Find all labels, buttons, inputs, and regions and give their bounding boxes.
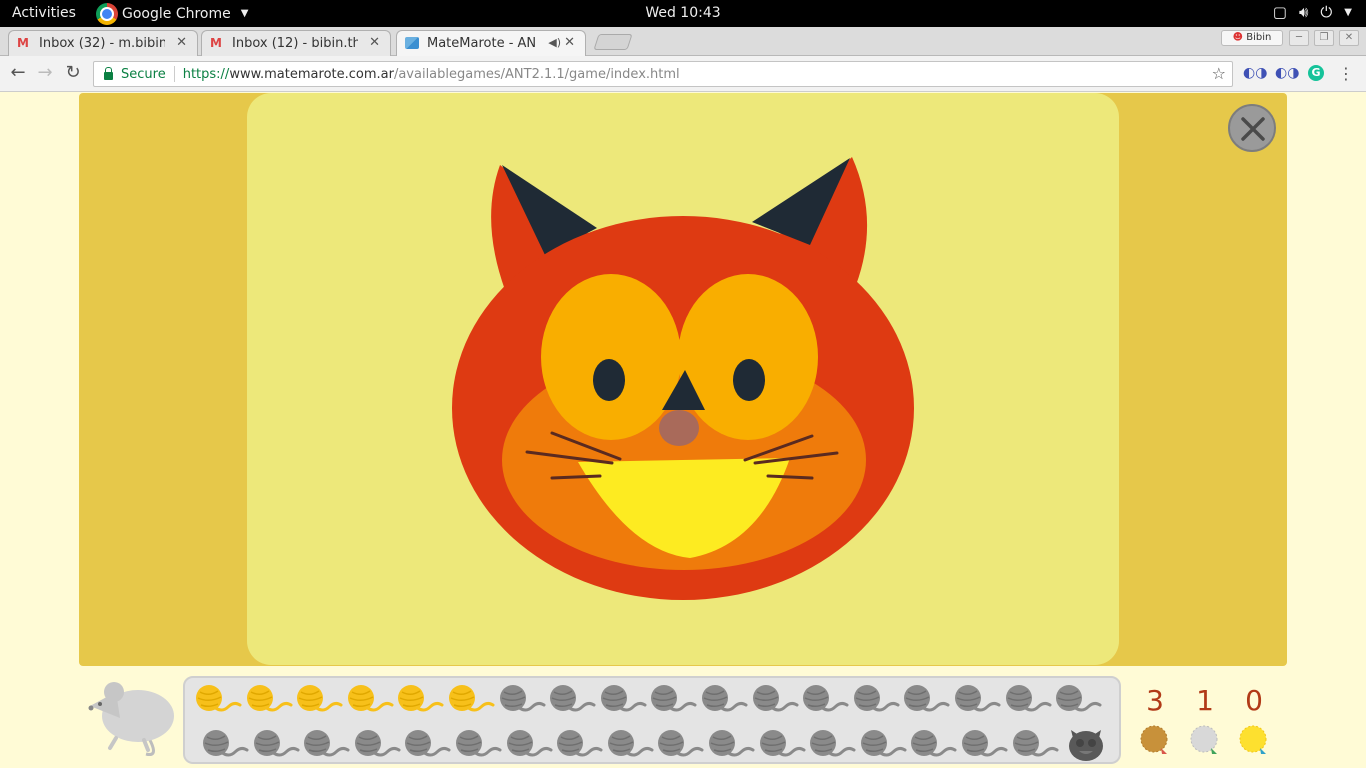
yarn-ball-empty [962,730,1008,757]
cat-face-image[interactable] [448,150,918,605]
yarn-ball-empty [304,730,350,757]
window-icon[interactable]: ▢ [1273,3,1287,23]
tab-strip: M Inbox (32) - m.bibin ✕ M Inbox (12) - … [0,27,1366,56]
tab-gmail-1[interactable]: M Inbox (32) - m.bibin ✕ [8,30,198,56]
profile-button[interactable]: ☻ Bibin [1221,30,1283,46]
close-icon [1241,117,1265,141]
yarn-ball-empty [607,730,654,757]
yarn-ball-empty [955,685,1001,712]
system-top-bar: Activities Google Chrome ▼ Wed 10:43 ▢ 🔊… [0,0,1366,27]
yarn-ball-empty [810,730,856,757]
tab-label: Inbox (12) - bibin.th [232,36,358,51]
yarn-ball-empty [709,730,755,757]
url-path: /availablegames/ANT2.1.1/game/index.html [393,66,680,82]
forward-arrow-icon[interactable]: → [34,63,56,83]
silver-score: 1 [1196,684,1214,717]
yarn-ball-empty [499,685,546,712]
speaker-icon[interactable]: ◀) [548,36,561,49]
gold-medal-icon [1239,725,1267,754]
yarn-ball-filled [449,685,495,712]
mask-extension-icon[interactable]: ◐◑ [1275,65,1299,81]
mouse-icon [88,682,174,757]
yarn-ball-empty [853,685,900,712]
yarn-ball-empty [550,685,596,712]
browser-toolbar: ← → ↻ Secure https:// www.matemarote.com… [0,56,1366,92]
power-icon[interactable]: ⏻ [1320,3,1332,23]
secure-label[interactable]: Secure [121,67,166,82]
yarn-ball-empty [557,730,603,757]
yarn-ball-empty [658,730,704,757]
bronze-medal-icon [1140,725,1168,754]
yarn-ball-empty [803,685,849,712]
yarn-ball-filled [297,685,343,712]
yarn-ball-empty [860,730,907,757]
yarn-ball-filled [398,685,444,712]
yarn-ball-empty [702,685,748,712]
matemarote-icon [405,37,419,49]
url-scheme: https:// [182,66,230,82]
lock-icon [104,66,113,80]
tab-gmail-2[interactable]: M Inbox (12) - bibin.th ✕ [201,30,391,56]
back-arrow-icon[interactable]: ← [7,63,29,83]
yarn-ball-empty [1056,685,1102,712]
gmail-icon: M [17,36,29,50]
yarn-ball-empty [1012,730,1059,757]
tab-label: MateMarote - AN [427,36,537,51]
yarn-ball-empty [651,685,697,712]
close-tab-icon[interactable]: ✕ [564,35,575,50]
tab-label: Inbox (32) - m.bibin [39,36,165,51]
yarn-ball-empty [1005,685,1052,712]
yarn-ball-empty [506,730,553,757]
grammarly-icon[interactable]: G [1308,65,1324,81]
volume-icon[interactable]: 🔊︎ [1299,3,1308,23]
reload-icon[interactable]: ↻ [62,63,84,83]
minimize-button[interactable]: ─ [1289,30,1309,46]
bookmark-star-icon[interactable]: ☆ [1212,64,1226,83]
yarn-ball-empty [405,730,451,757]
close-window-button[interactable]: ✕ [1339,30,1359,46]
yarn-ball-empty [456,730,502,757]
close-tab-icon[interactable]: ✕ [369,35,380,50]
menu-icon[interactable]: ⋮ [1338,64,1354,83]
url-host: www.matemarote.com.ar [229,66,394,82]
silver-medal-icon [1190,725,1218,754]
yarn-ball-empty [203,730,249,757]
maximize-button[interactable]: ❐ [1314,30,1334,46]
cat-goal-icon [1069,730,1103,761]
yarn-ball-empty [354,730,401,757]
yarn-ball-filled [347,685,394,712]
yarn-ball-empty [600,685,647,712]
mask-extension-icon[interactable]: ◐◑ [1243,65,1267,81]
caret-down-icon[interactable]: ▼ [1344,3,1352,23]
bronze-score: 3 [1146,684,1164,717]
yarn-ball-empty [253,730,300,757]
new-tab-button[interactable] [593,34,633,50]
yarn-ball-empty [911,730,957,757]
clock[interactable]: Wed 10:43 [0,5,1366,21]
close-game-button[interactable] [1228,104,1276,152]
yarn-ball-filled [246,685,293,712]
yarn-ball-empty [904,685,950,712]
yarn-ball-filled [196,685,242,712]
yarn-ball-empty [752,685,799,712]
close-tab-icon[interactable]: ✕ [176,35,187,50]
gmail-icon: M [210,36,222,50]
tab-matemarote[interactable]: MateMarote - AN ◀) ✕ [396,30,586,56]
address-bar[interactable]: Secure https:// www.matemarote.com.ar /a… [93,61,1233,87]
yarn-ball-empty [759,730,806,757]
gold-score: 0 [1245,684,1263,717]
